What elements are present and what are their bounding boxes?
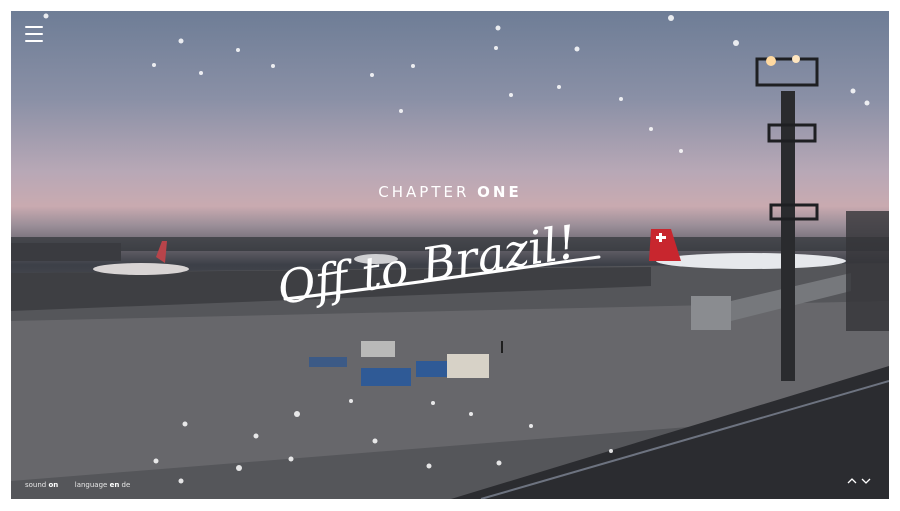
- headline: Off to Brazil!: [274, 215, 601, 315]
- chapter-kicker: CHAPTER ONE: [11, 183, 889, 201]
- language-option-de[interactable]: de: [122, 481, 131, 489]
- hamburger-menu-icon[interactable]: [25, 26, 43, 42]
- menu-bar-bottom: [25, 40, 43, 42]
- hero-background-photo: CHAPTER ONE Off to Brazil! sound on lang…: [11, 11, 889, 499]
- chevron-up-icon[interactable]: [847, 477, 857, 485]
- sound-label: sound: [25, 481, 47, 489]
- section-navigation: [847, 477, 873, 485]
- settings-bar: sound on language en de: [25, 481, 130, 489]
- sound-toggle[interactable]: on: [48, 481, 58, 489]
- language-option-en[interactable]: en: [110, 481, 120, 489]
- menu-bar-top: [25, 26, 43, 28]
- chapter-label: CHAPTER: [378, 183, 470, 201]
- language-label: language: [74, 481, 108, 489]
- chevron-down-icon[interactable]: [861, 477, 871, 485]
- chapter-number: ONE: [477, 183, 522, 201]
- menu-bar-middle: [25, 33, 43, 35]
